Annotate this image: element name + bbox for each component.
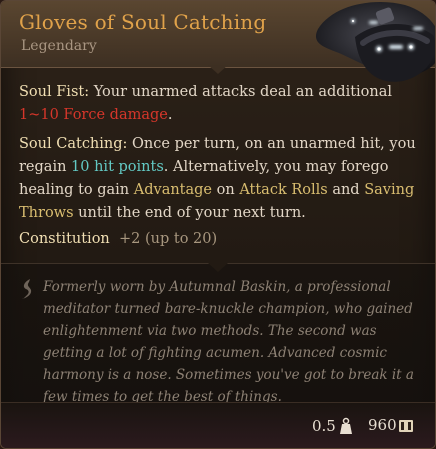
- damage-text: 1~10 Force damage: [19, 107, 168, 123]
- stat-constitution: Constitution +2 (up to 20): [19, 228, 417, 251]
- tooltip-footer: 0.5 960: [1, 402, 435, 448]
- lore-text: Formerly worn by Autumnal Baskin, a prof…: [43, 279, 414, 405]
- effect-soul-catching: Soul Catching: Once per turn, on an unar…: [19, 133, 417, 225]
- tooltip-header: Gloves of Soul Catching Legendary: [1, 1, 435, 82]
- lore-divider-notch: [208, 263, 228, 272]
- gloves-item-icon: [316, 2, 435, 82]
- price-value: 960: [368, 416, 397, 434]
- item-rarity: Legendary: [21, 38, 97, 54]
- stat-label: Constitution: [19, 231, 110, 247]
- item-tooltip: Gloves of Soul Catching Legendary Soul F…: [0, 0, 436, 449]
- weight-value: 0.5: [312, 417, 336, 435]
- effect-text: Your unarmed attacks deal an additional: [89, 84, 393, 100]
- keyword-attack-rolls[interactable]: Attack Rolls: [239, 182, 327, 198]
- effect-text: until the end of your next turn.: [73, 205, 306, 221]
- lore-section: Formerly worn by Autumnal Baskin, a prof…: [1, 263, 435, 405]
- effect-label: Soul Fist:: [19, 84, 90, 100]
- effect-text: on: [212, 182, 240, 198]
- effect-soul-fist: Soul Fist: Your unarmed attacks deal an …: [19, 81, 417, 127]
- effect-text: .: [167, 107, 173, 123]
- header-divider-notch: [208, 65, 228, 74]
- stat-value: +2 (up to 20): [119, 231, 218, 247]
- gold-coin-icon: [399, 420, 413, 432]
- effect-text: and: [327, 182, 365, 198]
- lore-quill-icon: [22, 279, 32, 299]
- heal-text: 10 hit points: [71, 159, 164, 175]
- effect-label: Soul Catching:: [19, 136, 128, 152]
- weight-icon: [340, 417, 352, 434]
- keyword-advantage[interactable]: Advantage: [134, 182, 212, 198]
- item-name: Gloves of Soul Catching: [19, 10, 267, 34]
